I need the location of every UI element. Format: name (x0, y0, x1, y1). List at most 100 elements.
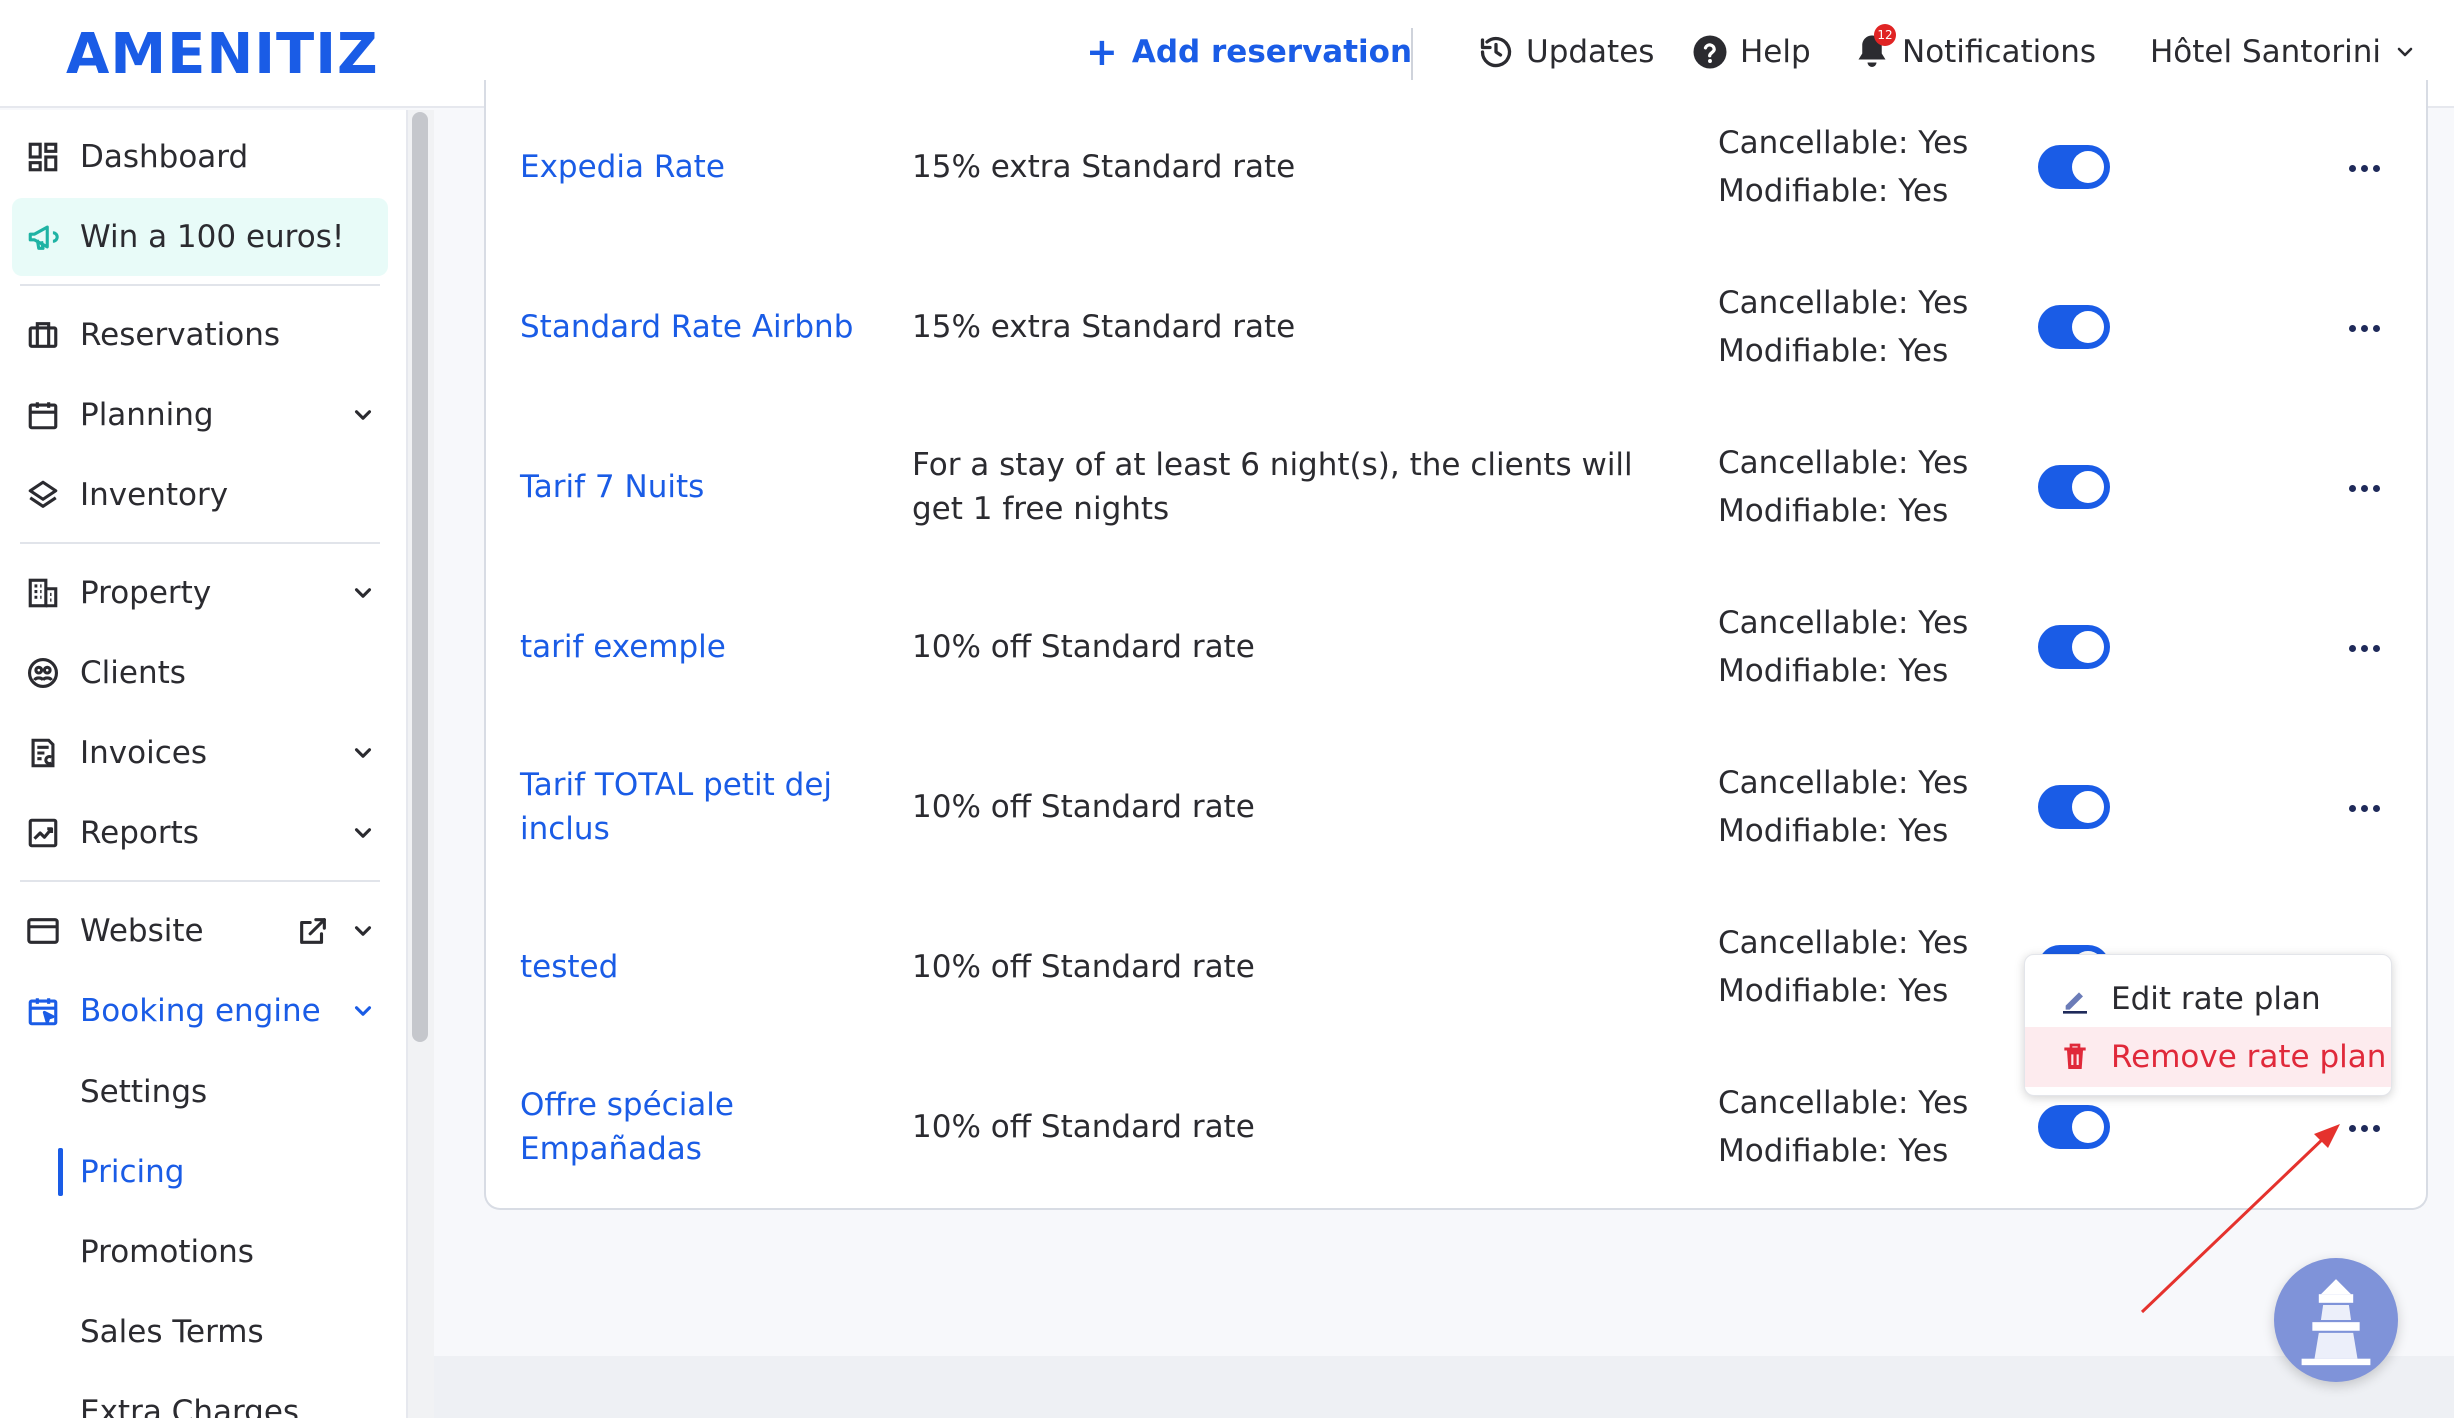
sidebar-divider (20, 542, 380, 544)
cancellable-text: Cancellable: Yes (1718, 925, 1969, 961)
rate-plan-name-link[interactable]: Offre spéciale Empañadas (520, 1083, 880, 1171)
rate-plan-toggle[interactable] (2038, 305, 2110, 349)
hotel-name: Hôtel Santorini (2150, 34, 2382, 70)
toggle-knob (2072, 311, 2104, 343)
sidebar-item-label: Inventory (80, 477, 229, 513)
rate-plan-row: Tarif TOTAL petit dej inclus 10% off Sta… (486, 727, 2430, 887)
sidebar-subitem-promotions[interactable]: Promotions (80, 1222, 254, 1282)
sidebar-item-planning[interactable]: Planning (12, 376, 388, 454)
history-icon (1480, 36, 1512, 68)
sidebar-subitem-settings[interactable]: Settings (80, 1062, 207, 1122)
chevron-down-icon (354, 588, 372, 598)
help-button[interactable]: Help (1692, 30, 1811, 74)
add-reservation-button[interactable]: + Add reservation (1086, 30, 1412, 74)
remove-rate-plan-menu-item[interactable]: Remove rate plan (2025, 1027, 2391, 1087)
clients-icon (27, 657, 59, 689)
help-icon (1693, 35, 1727, 69)
sidebar-item-label: Website (80, 913, 204, 949)
calendar-icon (28, 402, 58, 430)
rate-plan-description: For a stay of at least 6 night(s), the c… (912, 447, 1633, 527)
notifications-count-badge: 12 (1874, 24, 1896, 46)
layers-icon (28, 480, 58, 508)
rate-plan-toggle[interactable] (2038, 625, 2110, 669)
support-chat-button[interactable] (2274, 1258, 2398, 1382)
rate-plan-description: 10% off Standard rate (912, 629, 1255, 665)
rate-plan-toggle[interactable] (2038, 465, 2110, 509)
toggle-knob (2072, 151, 2104, 183)
modifiable-text: Modifiable: Yes (1718, 333, 1949, 369)
rate-plan-name-link[interactable]: Expedia Rate (520, 145, 880, 189)
more-actions-button[interactable] (2342, 633, 2386, 663)
chart-icon (28, 818, 58, 848)
cancellable-text: Cancellable: Yes (1718, 765, 1969, 801)
more-actions-button[interactable] (2342, 793, 2386, 823)
rate-plan-conditions: Cancellable: Yes Modifiable: Yes (1718, 919, 1978, 1015)
sidebar-item-reports[interactable]: Reports (12, 794, 388, 872)
cancellable-text: Cancellable: Yes (1718, 445, 1969, 481)
notifications-icon-wrap: 12 (1854, 24, 1896, 72)
rate-plan-description: 10% off Standard rate (912, 1109, 1255, 1145)
updates-label: Updates (1526, 34, 1655, 70)
sidebar-item-label: Property (80, 575, 212, 611)
toggle-knob (2072, 791, 2104, 823)
notifications-label: Notifications (1902, 34, 2097, 70)
rate-plan-description: 10% off Standard rate (912, 789, 1255, 825)
rate-plan-toggle[interactable] (2038, 785, 2110, 829)
chevron-down-icon (354, 1006, 372, 1016)
rate-plan-description: 15% extra Standard rate (912, 309, 1296, 345)
sidebar-item-invoices[interactable]: Invoices (12, 714, 388, 792)
sidebar-item-clients[interactable]: Clients (12, 634, 388, 712)
sidebar-divider (20, 284, 380, 286)
rate-plan-conditions: Cancellable: Yes Modifiable: Yes (1718, 759, 1978, 855)
sidebar-item-website[interactable]: Website (12, 892, 388, 970)
sidebar-subitem-pricing[interactable]: Pricing (80, 1142, 185, 1202)
external-link-icon[interactable] (296, 914, 330, 948)
more-actions-button[interactable] (2342, 473, 2386, 503)
edit-rate-plan-label: Edit rate plan (2111, 981, 2321, 1017)
rate-plan-name-link[interactable]: Tarif 7 Nuits (520, 465, 880, 509)
sidebar-item-reservations[interactable]: Reservations (12, 296, 388, 374)
cancellable-text: Cancellable: Yes (1718, 285, 1969, 321)
rate-plan-toggle[interactable] (2038, 145, 2110, 189)
modifiable-text: Modifiable: Yes (1718, 173, 1949, 209)
rate-plan-name-link[interactable]: tested (520, 945, 880, 989)
modifiable-text: Modifiable: Yes (1718, 973, 1949, 1009)
active-indicator (58, 1148, 63, 1196)
sidebar-item-label: Win a 100 euros! (80, 219, 345, 255)
sidebar-item-booking-engine[interactable]: Booking engine (12, 972, 388, 1050)
rate-plan-toggle[interactable] (2038, 1105, 2110, 1149)
updates-button[interactable]: Updates (1478, 30, 1654, 74)
sidebar-item-label: Invoices (80, 735, 207, 771)
chevron-down-icon (354, 410, 372, 420)
rate-plan-name-link[interactable]: tarif exemple (520, 625, 880, 669)
trash-icon (2064, 1043, 2086, 1069)
chevron-down-icon (354, 926, 372, 936)
building-icon (28, 578, 58, 608)
more-actions-button[interactable] (2342, 153, 2386, 183)
sidebar-item-promo[interactable]: Win a 100 euros! (12, 198, 388, 276)
sidebar-scrollbar[interactable] (412, 112, 428, 1042)
hotel-selector[interactable]: Hôtel Santorini (2150, 30, 2417, 74)
amenitiz-logo[interactable]: AMENITIZ (66, 22, 379, 87)
more-actions-button[interactable] (2342, 313, 2386, 343)
sidebar-item-dashboard[interactable]: Dashboard (12, 118, 388, 196)
header-divider (1411, 28, 1413, 80)
notifications-button[interactable]: 12 Notifications (1854, 24, 2097, 74)
rate-plan-conditions: Cancellable: Yes Modifiable: Yes (1718, 599, 1978, 695)
sidebar-item-label: Planning (80, 397, 214, 433)
sidebar-subitem-extra-charges[interactable]: Extra Charges (80, 1382, 299, 1418)
sidebar-item-property[interactable]: Property (12, 554, 388, 632)
toggle-knob (2072, 631, 2104, 663)
rate-plan-row: Expedia Rate 15% extra Standard rate Can… (486, 87, 2430, 247)
sidebar-item-inventory[interactable]: Inventory (12, 456, 388, 534)
rate-plan-name-link[interactable]: Tarif TOTAL petit dej inclus (520, 763, 880, 851)
rate-plan-actions-menu: Edit rate plan Remove rate plan (2024, 954, 2392, 1096)
edit-rate-plan-menu-item[interactable]: Edit rate plan (2025, 969, 2391, 1029)
rate-plan-conditions: Cancellable: Yes Modifiable: Yes (1718, 1079, 1978, 1175)
rate-plan-name-link[interactable]: Standard Rate Airbnb (520, 305, 880, 349)
pencil-icon (2063, 992, 2087, 1014)
sidebar-subitem-sales-terms[interactable]: Sales Terms (80, 1302, 264, 1362)
toggle-knob (2072, 1111, 2104, 1143)
sidebar-item-label: Booking engine (80, 993, 321, 1029)
chevron-down-icon (354, 828, 372, 838)
